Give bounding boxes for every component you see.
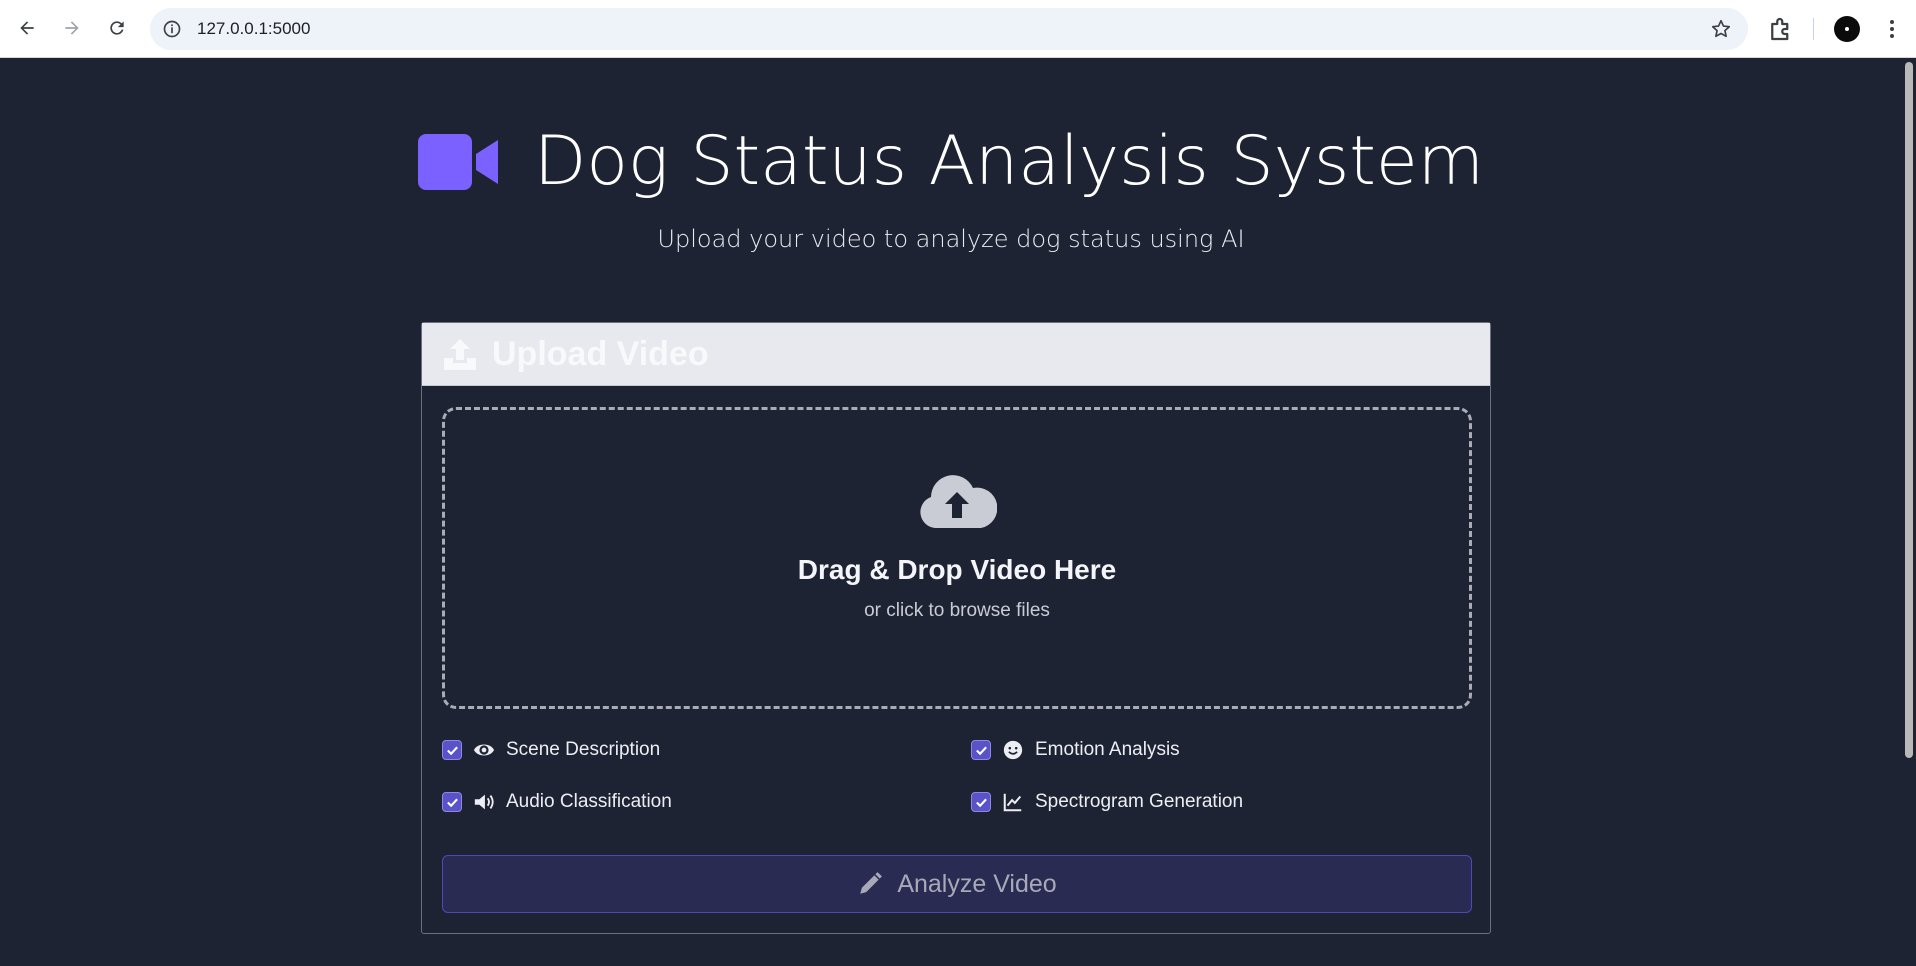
- emotion-analysis-checkbox[interactable]: [971, 740, 991, 760]
- audio-classification-checkbox[interactable]: [442, 792, 462, 812]
- chart-line-icon: [1001, 791, 1025, 813]
- option-spectrogram-generation[interactable]: Spectrogram Generation: [971, 791, 1243, 813]
- dropzone-title: Drag & Drop Video Here: [797, 554, 1117, 585]
- url-text: 127.0.0.1:5000: [197, 19, 311, 38]
- option-audio-classification[interactable]: Audio Classification: [442, 791, 672, 813]
- browser-toolbar: 127.0.0.1:5000: [0, 0, 1916, 58]
- analyze-button-label: Analyze Video: [897, 869, 1057, 898]
- page-scrollbar[interactable]: [1902, 58, 1916, 966]
- reload-button[interactable]: [101, 12, 133, 44]
- page-subtitle: Upload your video to analyze dog status …: [657, 225, 1245, 253]
- toolbar-divider: [1813, 18, 1814, 40]
- dropzone-subtitle: or click to browse files: [864, 600, 1050, 621]
- page-title: Dog Status Analysis System: [533, 122, 1485, 201]
- upload-card: Upload Video Drag & Drop Video Here or c…: [421, 322, 1491, 934]
- page-content: Dog Status Analysis System Upload your v…: [0, 58, 1902, 966]
- volume-icon: [472, 791, 496, 813]
- profile-avatar[interactable]: [1834, 16, 1860, 42]
- scene-description-checkbox[interactable]: [442, 740, 462, 760]
- address-bar[interactable]: 127.0.0.1:5000: [150, 8, 1748, 50]
- cloud-upload-icon: [920, 475, 997, 528]
- bookmark-star-icon[interactable]: [1710, 18, 1732, 40]
- analyze-video-button[interactable]: Analyze Video: [442, 855, 1472, 913]
- check-icon: [446, 798, 458, 807]
- eye-icon: [472, 739, 496, 761]
- spectrogram-generation-checkbox[interactable]: [971, 792, 991, 812]
- extensions-puzzle-icon[interactable]: [1766, 14, 1796, 44]
- pencil-icon: [860, 872, 883, 894]
- card-header: Upload Video: [422, 323, 1490, 386]
- browser-menu-button[interactable]: [1880, 14, 1904, 44]
- arrow-left-icon: [20, 21, 34, 35]
- info-icon[interactable]: [162, 19, 182, 39]
- check-icon: [975, 746, 987, 755]
- back-button[interactable]: [11, 12, 43, 44]
- check-icon: [975, 798, 987, 807]
- option-label: Spectrogram Generation: [1035, 791, 1244, 812]
- scrollbar-thumb[interactable]: [1905, 62, 1913, 758]
- option-emotion-analysis[interactable]: Emotion Analysis: [971, 739, 1180, 761]
- check-icon: [446, 746, 458, 755]
- forward-button[interactable]: [56, 12, 88, 44]
- video-dropzone[interactable]: Drag & Drop Video Here or click to brows…: [442, 407, 1472, 709]
- smile-icon: [1001, 739, 1025, 761]
- card-title: Upload Video: [492, 334, 709, 373]
- option-label: Scene Description: [506, 739, 661, 760]
- arrow-right-icon: [65, 21, 79, 35]
- option-label: Emotion Analysis: [1035, 739, 1180, 760]
- upload-icon: [444, 339, 476, 370]
- reload-icon: [110, 21, 124, 35]
- page-header: Dog Status Analysis System Upload your v…: [0, 122, 1902, 253]
- video-camera-icon: [417, 133, 498, 190]
- option-label: Audio Classification: [506, 791, 672, 812]
- option-scene-description[interactable]: Scene Description: [442, 739, 660, 761]
